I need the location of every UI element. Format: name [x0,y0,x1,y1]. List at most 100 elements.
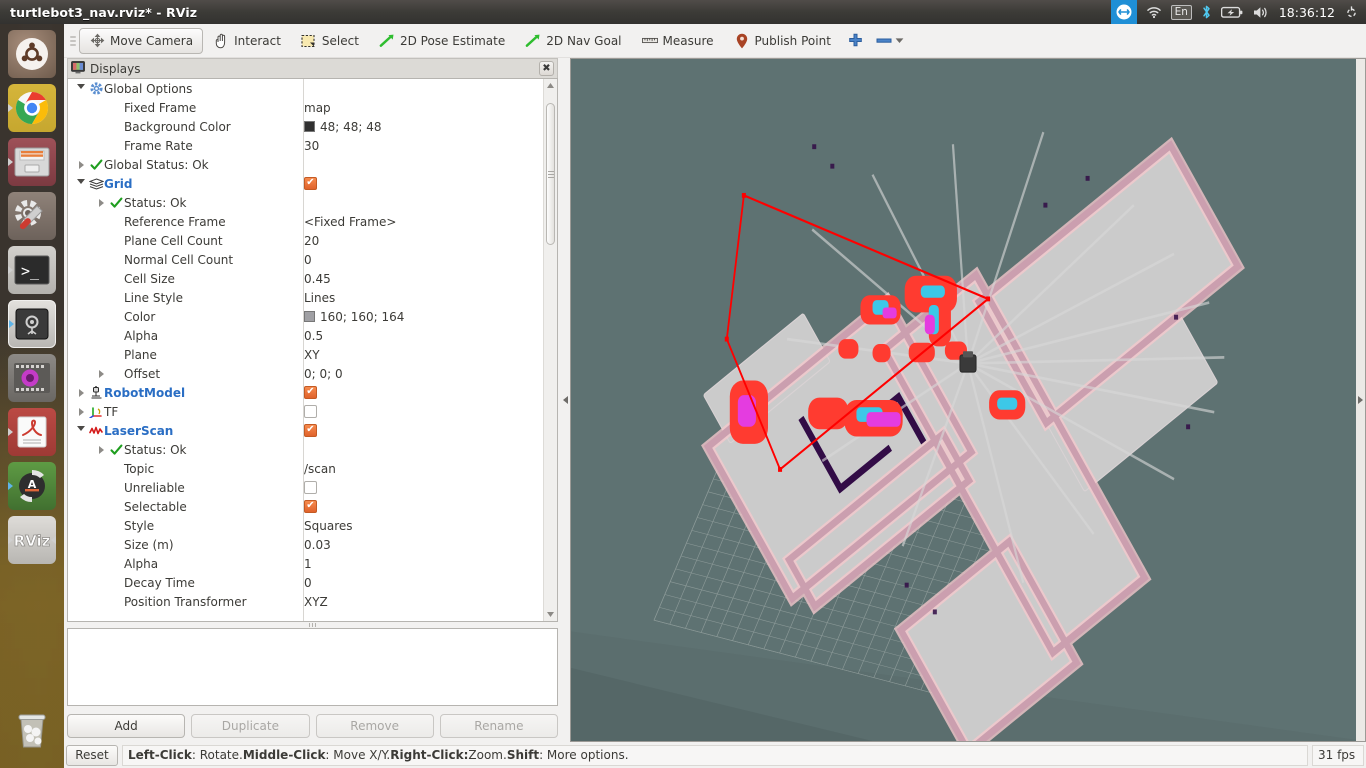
displays-tree-row[interactable]: Frame Rate 30 [68,136,543,155]
power-gear-icon[interactable] [1344,0,1359,24]
volume-icon[interactable] [1252,0,1270,24]
close-icon[interactable]: ✖ [539,61,554,76]
displays-tree-row[interactable]: Unreliable [68,478,543,497]
ubuntu-one-icon[interactable] [1110,0,1137,24]
displays-tree-row-value[interactable]: 0.5 [304,326,323,345]
chrome-icon[interactable] [8,84,56,132]
displays-tree-row-value[interactable]: 1 [304,554,312,573]
displays-tree-row-value[interactable]: map [304,98,331,117]
checkbox-checked[interactable] [304,500,317,513]
measure-tool[interactable]: Measure [632,28,724,54]
displays-tree-row-value[interactable]: 20 [304,231,319,250]
displays-tree-row-value[interactable]: 0.45 [304,269,331,288]
displays-tree-row-value[interactable]: 0; 0; 0 [304,364,343,383]
collapse-right-arrow-icon[interactable] [1358,396,1363,404]
displays-tree-row[interactable]: TF [68,402,543,421]
displays-tree-row[interactable]: Status: Ok [68,193,543,212]
pose-estimate-tool[interactable]: 2D Pose Estimate [369,28,515,54]
keyboard-layout-icon[interactable]: En [1170,0,1192,24]
displays-tree-row[interactable]: Topic/scan [68,459,543,478]
displays-tree-row[interactable]: Size (m) 0.03 [68,535,543,554]
wifi-icon[interactable] [1146,0,1162,24]
add-button[interactable]: Add [67,713,186,738]
displays-tree-row[interactable]: Reference Frame <Fixed Frame> [68,212,543,231]
displays-tree-row[interactable]: Line Style Lines [68,288,543,307]
displays-tree-row[interactable]: Decay Time 0 [68,573,543,592]
expand-arrow-closed-icon[interactable] [94,198,108,207]
expand-arrow-closed-icon[interactable] [74,407,88,416]
safe-icon[interactable] [8,300,56,348]
rviz-icon[interactable]: RViz [8,516,56,564]
displays-tree-row[interactable]: Fixed Frame map [68,98,543,117]
add-tool-button[interactable] [841,28,871,54]
terminal-icon[interactable]: >_ [8,246,56,294]
displays-tree-row-value[interactable]: XYZ [304,592,328,611]
displays-tree-row[interactable]: LaserScan [68,421,543,440]
displays-tree-row-value[interactable]: 0.03 [304,535,331,554]
displays-tree-row-value[interactable]: XY [304,345,320,364]
displays-tree-row-value[interactable] [304,402,317,421]
collapse-dock-arrow-icon[interactable] [563,396,568,404]
expand-arrow-open-icon[interactable] [74,426,88,435]
display-properties-box[interactable] [67,628,558,706]
nav-goal-tool[interactable]: 2D Nav Goal [515,28,631,54]
trash-icon[interactable] [8,706,56,754]
scroll-up-arrow[interactable] [544,79,557,92]
battery-icon[interactable] [1220,0,1243,24]
displays-tree-row[interactable]: Cell Size 0.45 [68,269,543,288]
interact-tool[interactable]: Interact [203,28,291,54]
displays-tree-row[interactable]: Normal Cell Count 0 [68,250,543,269]
displays-tree-row-value[interactable] [304,478,317,497]
displays-tree-row-value[interactable]: 160; 160; 164 [304,307,404,326]
displays-tree-row-value[interactable]: 0 [304,250,312,269]
displays-tree-row[interactable]: Selectable [68,497,543,516]
ubuntu-dash-icon[interactable] [8,30,56,78]
displays-tree-row[interactable]: Status: Ok [68,440,543,459]
checkbox-checked[interactable] [304,177,317,190]
displays-tree-row-value[interactable] [304,497,317,516]
displays-tree-row[interactable]: Global Options [68,79,543,98]
expand-arrow-closed-icon[interactable] [94,369,108,378]
bluetooth-icon[interactable] [1201,0,1212,24]
toolbar-grip[interactable] [68,32,77,50]
displays-tree-row[interactable]: Style Squares [68,516,543,535]
displays-tree-row[interactable]: Background Color 48; 48; 48 [68,117,543,136]
displays-tree-row[interactable]: Position Transformer XYZ [68,592,543,611]
reset-button[interactable]: Reset [66,744,118,766]
displays-tree-row-value[interactable]: <Fixed Frame> [304,212,396,231]
displays-tree-row[interactable]: Global Status: Ok [68,155,543,174]
displays-tree-row[interactable]: Plane Cell Count 20 [68,231,543,250]
expand-arrow-open-icon[interactable] [74,179,88,188]
expand-arrow-open-icon[interactable] [74,84,88,93]
pdf-reader-icon[interactable] [8,408,56,456]
displays-tree-row[interactable]: RobotModel [68,383,543,402]
render-view-3d[interactable] [570,58,1366,742]
expand-arrow-closed-icon[interactable] [74,388,88,397]
checkbox-unchecked[interactable] [304,405,317,418]
clock[interactable]: 18:36:12 [1279,5,1335,20]
displays-tree-row-value[interactable] [304,421,317,440]
displays-tree-row[interactable]: Color 160; 160; 164 [68,307,543,326]
displays-tree-row-value[interactable]: Lines [304,288,335,307]
displays-tree-row-value[interactable] [304,383,317,402]
move-camera-tool[interactable]: Move Camera [79,27,204,54]
displays-tree-row-value[interactable]: 48; 48; 48 [304,117,382,136]
files-icon[interactable] [8,138,56,186]
displays-tree-row-value[interactable]: 0 [304,573,312,592]
tree-vertical-scrollbar[interactable] [543,79,557,621]
displays-tree[interactable]: Global Options Fixed Frame map Background C… [68,79,543,621]
displays-tree-row[interactable]: Offset 0; 0; 0 [68,364,543,383]
scroll-down-arrow[interactable] [544,608,557,621]
checkbox-checked[interactable] [304,386,317,399]
checkbox-unchecked[interactable] [304,481,317,494]
scrollbar-thumb[interactable] [546,103,555,245]
displays-tree-row[interactable]: Grid [68,174,543,193]
expand-arrow-closed-icon[interactable] [94,445,108,454]
displays-tree-row-value[interactable] [304,174,317,193]
media-icon[interactable] [8,354,56,402]
expand-arrow-closed-icon[interactable] [74,160,88,169]
checkbox-checked[interactable] [304,424,317,437]
view-collapse-strip[interactable] [1356,59,1365,741]
displays-tree-row-value[interactable]: Squares [304,516,353,535]
displays-tree-row-value[interactable]: 30 [304,136,319,155]
